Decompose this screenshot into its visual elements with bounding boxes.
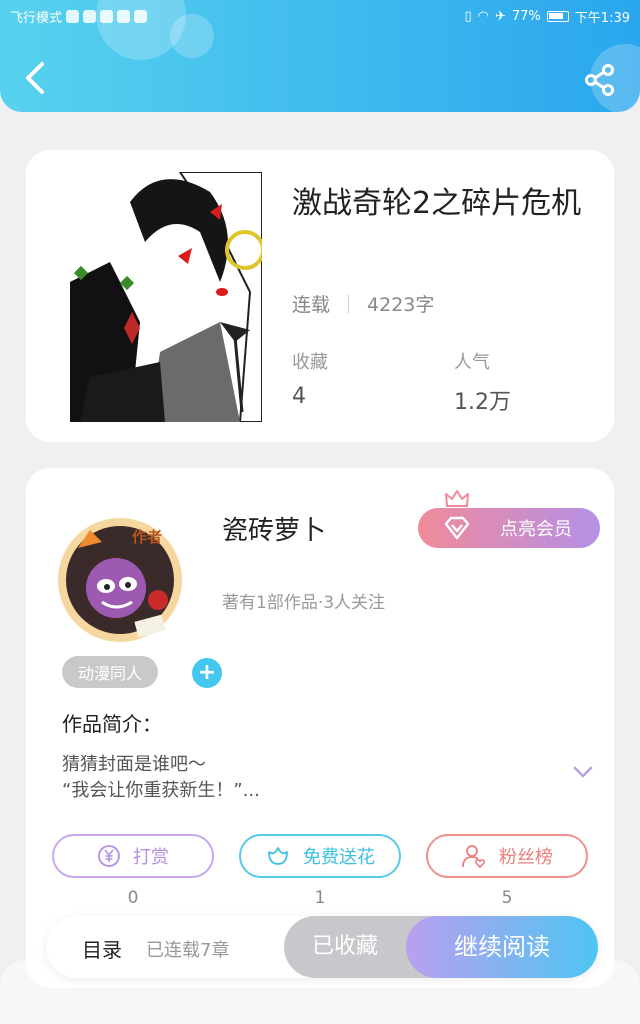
- category-tag[interactable]: 动漫同人: [62, 656, 158, 688]
- crown-icon: [445, 490, 469, 507]
- fans-icon: [462, 845, 486, 869]
- fans-rank-label: 粉丝榜: [499, 847, 553, 868]
- battery-percent: 77%: [511, 9, 541, 24]
- share-icon: [585, 64, 614, 96]
- book-status-row: 连载 4223字: [292, 290, 434, 317]
- status-bar: 飞行模式 ▯ ◠ ✈ 77% 下午1:39: [0, 0, 640, 30]
- yen-icon: [98, 845, 120, 867]
- intro-line: “我会让你重获新生！”...: [62, 780, 260, 801]
- wifi-icon: ◠: [477, 9, 489, 24]
- share-button[interactable]: [582, 62, 618, 98]
- airplane-mode-label: 飞行模式: [10, 11, 63, 26]
- send-flower-button[interactable]: 免费送花: [239, 834, 401, 878]
- popularity-value: 1.2万: [454, 390, 511, 415]
- chevron-left-icon: [26, 62, 44, 94]
- back-button[interactable]: [20, 58, 50, 98]
- battery-icon: [546, 11, 569, 22]
- book-cover-image[interactable]: [70, 172, 262, 422]
- tip-count: 0: [127, 888, 139, 908]
- app-notification-icon: [83, 10, 97, 23]
- divider: [348, 294, 350, 313]
- wechat-icon: [134, 10, 148, 23]
- serial-status: 连载: [292, 294, 331, 316]
- popularity-label: 人气: [454, 352, 490, 373]
- vip-button-label: 点亮会员: [500, 519, 572, 540]
- intro-text: 猜猜封面是谁吧～ “我会让你重获新生！”...: [62, 752, 260, 804]
- chevron-down-icon[interactable]: [572, 764, 594, 780]
- clock: 下午1:39: [574, 11, 630, 26]
- tip-button[interactable]: 打赏: [52, 834, 214, 878]
- flower-icon: [268, 847, 288, 865]
- app-notification-icon: [66, 10, 80, 23]
- vip-button[interactable]: 点亮会员: [418, 508, 600, 548]
- favorites-value: 4: [292, 384, 306, 409]
- book-title: 激战奇轮2之碎片危机: [292, 186, 582, 221]
- diamond-icon: [444, 516, 470, 540]
- book-info-card: 激战奇轮2之碎片危机 连载 4223字 收藏 4 人气 1.2万: [26, 150, 614, 442]
- fans-rank-button[interactable]: 粉丝榜: [426, 834, 588, 878]
- author-badge: 作者: [132, 528, 163, 546]
- word-count: 4223字: [367, 294, 435, 316]
- tip-button-label: 打赏: [133, 847, 169, 868]
- author-card: 作者 瓷砖萝卜 著有1部作品·3人关注 点亮会员 动漫同人 + 作品简介： 猜猜…: [26, 468, 614, 988]
- author-name[interactable]: 瓷砖萝卜: [222, 510, 326, 547]
- favorites-label: 收藏: [292, 352, 328, 373]
- vibrate-icon: ▯: [464, 9, 472, 24]
- airplane-icon: ✈: [494, 9, 506, 24]
- bottom-action-bar: 目录 已连载7章 已收藏 继续阅读: [46, 916, 598, 978]
- send-flower-label: 免费送花: [303, 847, 375, 868]
- top-header: 飞行模式 ▯ ◠ ✈ 77% 下午1:39: [0, 0, 640, 112]
- intro-line: 猜猜封面是谁吧～: [62, 754, 206, 775]
- author-meta: 著有1部作品·3人关注: [222, 593, 386, 613]
- chapter-count: 已连载7章: [146, 940, 230, 961]
- app-notification-icon: [100, 10, 114, 23]
- continue-reading-button[interactable]: 继续阅读: [406, 916, 598, 978]
- intro-title: 作品简介：: [62, 712, 162, 736]
- app-notification-icon: [117, 10, 131, 23]
- flower-count: 1: [314, 888, 326, 908]
- add-tag-button[interactable]: +: [192, 658, 222, 688]
- fans-count: 5: [501, 888, 513, 908]
- catalog-button[interactable]: 目录: [82, 934, 122, 963]
- author-avatar[interactable]: [50, 508, 190, 648]
